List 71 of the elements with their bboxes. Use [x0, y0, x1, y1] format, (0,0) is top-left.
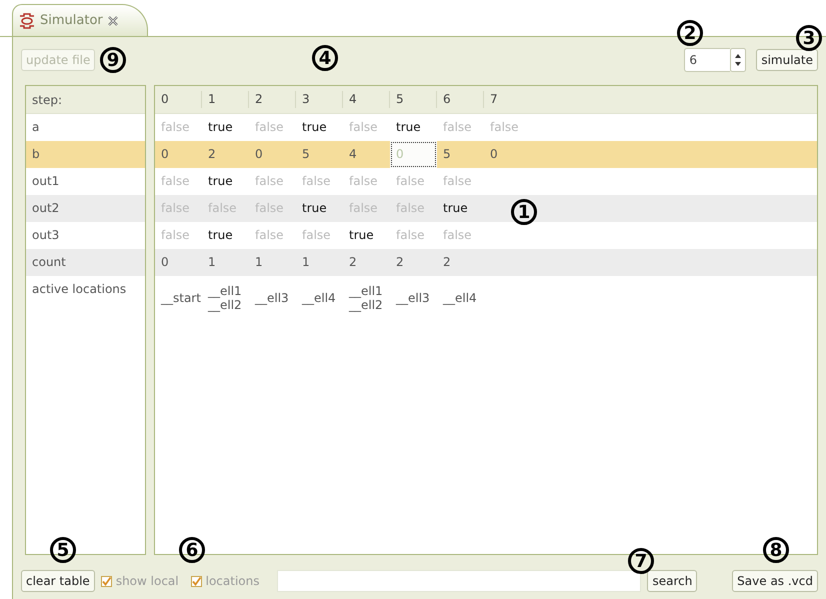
table-cell[interactable]: true: [202, 222, 249, 249]
table-cell[interactable]: 4: [343, 141, 390, 168]
signal-name[interactable]: out3: [26, 222, 145, 249]
signal-name[interactable]: out2: [26, 195, 145, 222]
checkbox[interactable]: [100, 576, 112, 586]
table-cell[interactable]: 1: [296, 249, 343, 276]
callout-number: 3: [796, 25, 822, 51]
steps-field[interactable]: 6: [684, 48, 730, 72]
table-cell[interactable]: 1: [202, 249, 249, 276]
save-vcd-button[interactable]: Save as .vcd: [732, 570, 818, 592]
table-cell[interactable]: true: [296, 195, 343, 222]
checkbox-label: locations: [206, 574, 260, 588]
signal-name[interactable]: count: [26, 249, 145, 276]
table-cell[interactable]: 2: [202, 141, 249, 168]
table-cell[interactable]: 5: [296, 141, 343, 168]
table-cell[interactable]: true: [202, 168, 249, 195]
checkbox[interactable]: [190, 576, 202, 586]
location-name: __ell4: [443, 291, 478, 305]
signal-name[interactable]: b: [26, 141, 145, 168]
table-cell[interactable]: 2: [390, 249, 437, 276]
location-name: __ell2: [208, 298, 243, 312]
location-name: __ell1: [349, 284, 384, 298]
circuit-icon: [19, 12, 35, 28]
table-cell[interactable]: true: [343, 222, 390, 249]
spinner-arrows-icon[interactable]: [730, 48, 746, 72]
column-header: 1: [202, 91, 249, 108]
tab-title: Simulator: [40, 13, 103, 28]
signal-name[interactable]: out1: [26, 168, 145, 195]
search-field[interactable]: [277, 570, 642, 592]
column-header: step:: [31, 92, 62, 106]
table-cell[interactable]: 2: [343, 249, 390, 276]
column-header: 0: [155, 91, 202, 108]
callout-number: 7: [628, 548, 654, 574]
callout-number: 1: [511, 199, 537, 225]
location-name: __ell2: [349, 298, 384, 312]
callout-number: 2: [677, 20, 703, 46]
callout-number: 5: [50, 537, 76, 563]
callout-number: 9: [100, 47, 126, 73]
table-cell[interactable]: 0: [155, 249, 202, 276]
location-name: __ell1: [208, 284, 243, 298]
table-cell[interactable]: true: [202, 114, 249, 141]
callout-number: 8: [763, 537, 789, 563]
clear-table-button[interactable]: clear table: [21, 570, 95, 592]
simulate-button[interactable]: simulate: [756, 49, 818, 71]
signal-name[interactable]: active locations: [26, 276, 126, 296]
table-cell[interactable]: 0: [249, 141, 296, 168]
callout-number: 4: [312, 45, 338, 71]
callout-number: 6: [179, 537, 205, 563]
column-header: 6: [437, 91, 484, 108]
table-cell[interactable]: true: [437, 195, 484, 222]
table-cell[interactable]: 0: [484, 141, 531, 168]
column-header: 4: [343, 91, 390, 108]
close-icon[interactable]: [108, 16, 118, 26]
table-cell[interactable]: 2: [437, 249, 484, 276]
simulator-tab[interactable]: Simulator: [12, 4, 148, 36]
search-button[interactable]: search: [647, 570, 698, 592]
location-name: __ell3: [396, 291, 431, 305]
table-cell[interactable]: true: [296, 114, 343, 141]
location-name: __ell4: [302, 291, 337, 305]
signal-name[interactable]: a: [26, 114, 145, 141]
column-header: 3: [296, 91, 343, 108]
checkbox-label: show local: [116, 574, 179, 588]
location-name: __ell3: [255, 291, 290, 305]
column-header: 2: [249, 91, 296, 108]
table-cell[interactable]: 1: [249, 249, 296, 276]
table-cell[interactable]: 5: [437, 141, 484, 168]
table-cell[interactable]: true: [390, 114, 437, 141]
location-name: __start: [161, 291, 202, 305]
column-header: 5: [390, 91, 437, 108]
table-cell[interactable]: 0: [155, 141, 202, 168]
column-header: 7: [489, 91, 499, 108]
